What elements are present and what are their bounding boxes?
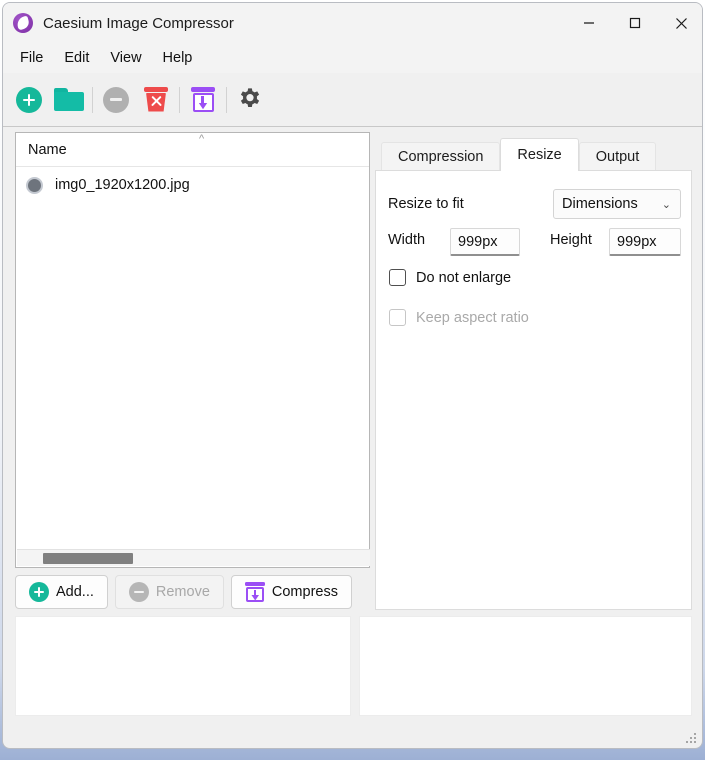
width-height-row: Width 999px Height 999px [388, 228, 681, 256]
remove-button[interactable]: Remove [114, 575, 224, 609]
settings-button[interactable] [230, 80, 270, 120]
resize-mode-select[interactable]: Dimensions ⌄ [553, 189, 681, 219]
tab-output[interactable]: Output [578, 142, 657, 171]
tab-resize[interactable]: Resize [500, 138, 579, 171]
maximize-icon[interactable] [612, 3, 658, 43]
minimize-icon[interactable] [566, 3, 612, 43]
remove-button[interactable] [96, 80, 136, 120]
toolbar-separator [226, 86, 227, 113]
do-not-enlarge-row[interactable]: Do not enlarge [389, 269, 511, 286]
remove-button-label: Remove [155, 584, 210, 600]
keep-aspect-ratio-checkbox[interactable] [389, 309, 406, 326]
resize-mode-value: Dimensions [562, 196, 638, 212]
file-list-panel[interactable]: Name ^ img0_1920x1200.jpg [15, 132, 370, 568]
compress-button[interactable] [183, 80, 223, 120]
compress-box-icon [190, 86, 216, 113]
toolbar [3, 73, 702, 127]
scrollbar-thumb[interactable] [43, 553, 133, 564]
menu-view[interactable]: View [103, 47, 148, 69]
folder-icon [54, 87, 84, 112]
menu-help[interactable]: Help [156, 47, 200, 69]
resize-grip-icon[interactable] [686, 733, 697, 744]
title-bar: Caesium Image Compressor [3, 3, 702, 43]
compressed-preview[interactable] [359, 616, 692, 716]
resize-tab-panel: Resize to fit Dimensions ⌄ Width 999px H… [375, 170, 692, 610]
width-input[interactable]: 999px [450, 228, 520, 256]
horizontal-scrollbar[interactable] [17, 549, 370, 566]
compress-box-icon [244, 582, 265, 602]
toolbar-separator [179, 86, 180, 113]
original-preview[interactable] [15, 616, 351, 716]
image-placeholder-icon [26, 176, 43, 194]
chevron-down-icon: ⌄ [661, 199, 671, 211]
app-window: Caesium Image Compressor File Edit View … [2, 2, 703, 749]
tab-strip: Compression Resize Output [381, 138, 657, 171]
caesium-app-icon [13, 13, 33, 33]
clear-list-button[interactable] [136, 80, 176, 120]
gear-icon [240, 87, 260, 107]
height-input[interactable]: 999px [609, 228, 681, 256]
add-files-button[interactable] [9, 80, 49, 120]
compress-button[interactable]: Compress [230, 575, 352, 609]
keep-aspect-ratio-label: Keep aspect ratio [416, 309, 529, 326]
do-not-enlarge-checkbox[interactable] [389, 269, 406, 286]
width-label: Width [388, 232, 426, 248]
add-button[interactable]: Add... [15, 575, 108, 609]
menu-file[interactable]: File [13, 47, 50, 69]
compress-button-label: Compress [271, 584, 338, 600]
menu-edit[interactable]: Edit [57, 47, 96, 69]
table-row[interactable]: img0_1920x1200.jpg [16, 167, 369, 203]
resize-to-fit-row: Resize to fit Dimensions ⌄ [388, 189, 681, 219]
minus-circle-icon [103, 86, 129, 113]
menu-bar: File Edit View Help [3, 43, 702, 73]
window-title: Caesium Image Compressor [43, 14, 234, 32]
do-not-enlarge-label: Do not enlarge [416, 269, 512, 286]
trash-x-icon [143, 86, 169, 113]
action-button-row: Add... Remove Compress [15, 575, 370, 609]
tab-compression[interactable]: Compression [381, 142, 501, 171]
minus-circle-icon [128, 582, 149, 602]
file-list-header: Name ^ [16, 133, 369, 167]
resize-to-fit-label: Resize to fit [388, 196, 464, 212]
keep-aspect-ratio-row[interactable]: Keep aspect ratio [389, 309, 529, 326]
add-button-label: Add... [56, 584, 94, 600]
close-icon[interactable] [658, 3, 702, 43]
height-label: Height [550, 232, 592, 248]
window-controls [566, 3, 702, 43]
plus-circle-icon [29, 582, 49, 602]
add-folder-button[interactable] [49, 80, 89, 120]
column-header-name[interactable]: Name [28, 142, 67, 158]
toolbar-separator [92, 86, 93, 113]
plus-circle-icon [16, 86, 42, 113]
chevron-up-icon: ^ [199, 133, 205, 145]
file-name: img0_1920x1200.jpg [55, 177, 190, 193]
